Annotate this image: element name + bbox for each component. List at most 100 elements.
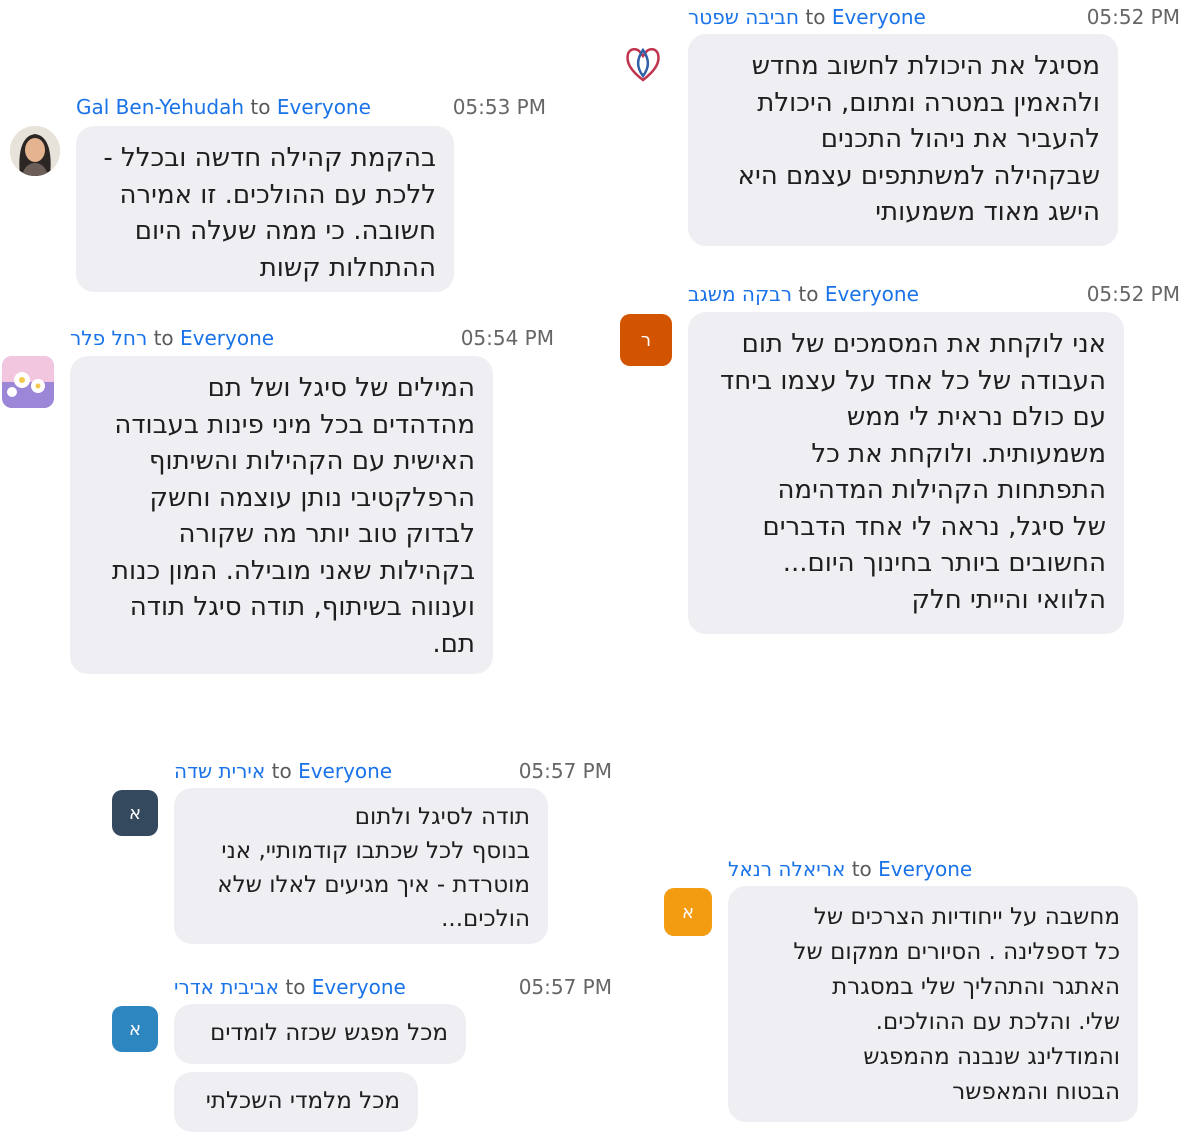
flowers-avatar-icon xyxy=(2,356,54,408)
message-line: הבטוח והמאפשר xyxy=(952,1079,1120,1105)
message-line: מחשבה על ייחודיות הצרכים של xyxy=(813,904,1120,930)
message-line: שבקהילה למשתתפים עצמם היא xyxy=(737,160,1100,191)
recipient-everyone[interactable]: Everyone xyxy=(312,975,406,999)
message-header: אירית שדה to Everyone 05:57 PM xyxy=(174,758,612,784)
message-line: הלוואי והייתי חלק xyxy=(911,584,1106,615)
message-1: Gal Ben-Yehudah to Everyone 05:53 PM בהק… xyxy=(8,94,558,296)
timestamp: 05:52 PM xyxy=(1086,5,1180,29)
message-line: מכל מלמדי השכלתי xyxy=(205,1088,400,1114)
message-line: תודה לסיגל ולתום xyxy=(354,804,530,830)
message-3: רחל פלר to Everyone 05:54 PM המילים של ס… xyxy=(0,324,560,678)
message-line: והמודלינג שנבנה מהמפגש xyxy=(863,1044,1120,1070)
recipient-everyone[interactable]: Everyone xyxy=(878,857,972,881)
message-header: Gal Ben-Yehudah to Everyone 05:53 PM xyxy=(76,94,546,120)
message-bubble: מחשבה על ייחודיות הצרכים של כל דספלינה .… xyxy=(728,886,1138,1122)
sender-name[interactable]: Gal Ben-Yehudah xyxy=(76,95,244,119)
avatar: א xyxy=(112,1006,158,1052)
message-4: אירית שדה to Everyone 05:57 PM א תודה לס… xyxy=(110,758,614,948)
sender-name[interactable]: רחל פלר xyxy=(70,326,147,350)
recipient-everyone[interactable]: Everyone xyxy=(825,282,919,306)
avatar: א xyxy=(112,790,158,836)
message-line: שלי. והלכת עם ההולכים. xyxy=(875,1009,1120,1035)
message-5: אביבית אדרי to Everyone 05:57 PM א מכל מ… xyxy=(110,974,614,1132)
message-2: רבקה משגב to Everyone 05:52 PM ר אני לוק… xyxy=(620,280,1180,636)
message-line: האתגר והתהליך שלי במסגרת xyxy=(832,974,1120,1000)
message-line: להעביר את ניהול התכנים xyxy=(820,124,1100,154)
message-bubble: מכל מלמדי השכלתי xyxy=(174,1072,418,1132)
message-header: אביבית אדרי to Everyone 05:57 PM xyxy=(174,974,612,1000)
to-label: to xyxy=(805,5,826,29)
message-bubble: אני לוקחת את המסמכים של תום העבודה של כל… xyxy=(688,312,1124,634)
message-line: ולהאמין במטרה ומתום, היכולת xyxy=(757,87,1100,118)
message-line: בקהילות שאני מובילה. המון כנות xyxy=(111,555,475,586)
user-photo-icon xyxy=(10,126,60,176)
to-label: to xyxy=(250,95,271,119)
message-line: חשובה. כי ממה שעלה היום xyxy=(134,216,436,246)
sender-name[interactable]: אביבית אדרי xyxy=(174,975,279,999)
message-line: החשובים ביותר בחינוך היום... xyxy=(782,548,1106,578)
avatar-initial: א xyxy=(128,802,142,824)
avatar-initial: א xyxy=(681,901,695,923)
message-line: בנוסף לכל שכתבו קודמותיי, אני xyxy=(221,838,530,864)
message-line: הרפלקטיבי נותן עוצמה וחשק xyxy=(149,482,475,513)
message-header: אריאלה רנאל to Everyone xyxy=(728,856,1160,882)
message-line: המילים של סיגל ושל תם xyxy=(207,373,475,403)
message-line: מסיגל את היכולת לחשוב מחדש xyxy=(751,51,1100,81)
sender-name[interactable]: חביבה שפטר xyxy=(688,5,799,29)
message-line: מוטרדת - איך מגיעים לאלו שלא xyxy=(217,872,530,898)
message-line: וענווה בשיתוף, תודה סיגל תודה xyxy=(129,592,475,622)
message-header: רחל פלר to Everyone 05:54 PM xyxy=(70,325,554,351)
message-line: הולכים... xyxy=(441,906,530,932)
to-label: to xyxy=(798,282,819,306)
recipient-everyone[interactable]: Everyone xyxy=(180,326,274,350)
message-line: תם. xyxy=(432,628,475,659)
timestamp: 05:54 PM xyxy=(460,326,554,350)
avatar: א xyxy=(664,888,712,936)
recipient-everyone[interactable]: Everyone xyxy=(277,95,371,119)
message-bubble: מכל מפגש שכזה לומדים xyxy=(174,1004,466,1064)
recipient-everyone[interactable]: Everyone xyxy=(298,759,392,783)
message-line: משמעותית. ולוקחת את כל xyxy=(811,438,1106,469)
sender-name[interactable]: אירית שדה xyxy=(174,759,265,783)
message-line: של סיגל, נראה לי אחד הדברים xyxy=(762,511,1106,542)
message-line: אני לוקחת את המסמכים של תום xyxy=(741,329,1106,359)
to-label: to xyxy=(271,759,292,783)
message-header: רבקה משגב to Everyone 05:52 PM xyxy=(688,281,1180,307)
to-label: to xyxy=(153,326,174,350)
sender-name[interactable]: אריאלה רנאל xyxy=(728,857,845,881)
timestamp: 05:53 PM xyxy=(452,95,546,119)
message-line: התפתחות הקהילות המדהימה xyxy=(777,475,1106,505)
timestamp: 05:57 PM xyxy=(518,975,612,999)
message-bubble: בהקמת קהילה חדשה ובכלל - ללכת עם ההולכים… xyxy=(76,126,454,292)
avatar xyxy=(10,126,60,176)
avatar-initial: ר xyxy=(640,329,652,351)
avatar: ר xyxy=(620,314,672,366)
message-line: עם כולם נראית לי ממש xyxy=(846,402,1106,432)
message-line: מהדהדים בכל מיני פינות בעבודה xyxy=(114,409,475,440)
sender-name[interactable]: רבקה משגב xyxy=(688,282,792,306)
message-line: הישג מאוד משמעותי xyxy=(875,197,1100,227)
avatar xyxy=(2,356,54,408)
heart-lotus-logo-icon xyxy=(626,47,660,82)
timestamp: 05:52 PM xyxy=(1086,282,1180,306)
avatar xyxy=(620,40,666,86)
message-bubble: תודה לסיגל ולתום בנוסף לכל שכתבו קודמותי… xyxy=(174,788,548,944)
message-bubble: מסיגל את היכולת לחשוב מחדש ולהאמין במטרה… xyxy=(688,34,1118,246)
message-0: חביבה שפטר to Everyone 05:52 PM מסיגל את… xyxy=(620,0,1180,250)
message-line: העבודה של כל אחד על עצמו ביחד xyxy=(720,365,1106,396)
to-label: to xyxy=(285,975,306,999)
message-6: אריאלה רנאל to Everyone א מחשבה על ייחוד… xyxy=(660,856,1160,1124)
avatar-initial: א xyxy=(128,1018,142,1040)
message-line: מכל מפגש שכזה לומדים xyxy=(210,1020,448,1046)
message-line: ללכת עם ההולכים. זו אמירה xyxy=(119,179,437,210)
message-header: חביבה שפטר to Everyone 05:52 PM xyxy=(688,4,1180,30)
message-bubble: המילים של סיגל ושל תם מהדהדים בכל מיני פ… xyxy=(70,356,493,674)
recipient-everyone[interactable]: Everyone xyxy=(832,5,926,29)
timestamp: 05:57 PM xyxy=(518,759,612,783)
message-line: כל דספלינה . הסיורים ממקום של xyxy=(793,939,1120,965)
to-label: to xyxy=(851,857,872,881)
message-line: בהקמת קהילה חדשה ובכלל - xyxy=(103,143,436,173)
message-line: האישית עם הקהילות והשיתוף xyxy=(148,446,475,476)
message-line: ההתחלות קשות xyxy=(259,252,436,283)
message-line: לבדוק טוב יותר מה שקורה xyxy=(178,519,476,549)
